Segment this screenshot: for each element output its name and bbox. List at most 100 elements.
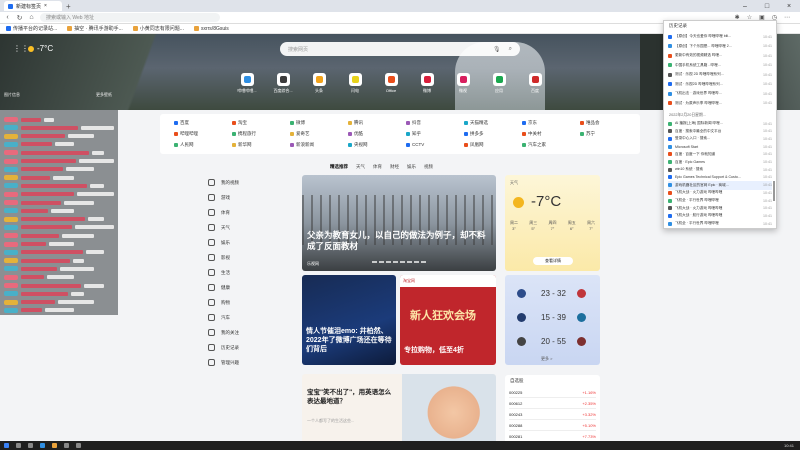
ad-card[interactable]: 淘宝网 新人狂欢会场 专拉购物，低至4折 <box>400 275 496 365</box>
app-shortcut[interactable]: 头条 <box>312 73 326 94</box>
edge-icon[interactable] <box>40 443 45 448</box>
bookmark-2[interactable]: 抽空 · 腾讯手游助手... <box>67 25 123 32</box>
nav-item[interactable]: 影视 <box>208 254 230 261</box>
app-shortcut[interactable]: 哔哩哔哩... <box>237 73 257 94</box>
quick-link[interactable]: 京东 <box>522 120 537 126</box>
weather-detail-button[interactable]: 查看详情 <box>533 257 573 265</box>
nav-item[interactable]: 生活 <box>208 269 230 276</box>
stock-row[interactable]: 000612 +2.35% <box>509 399 596 409</box>
search-input[interactable]: 搜索网页 <box>288 46 308 53</box>
stock-row[interactable]: 000243 +3.32% <box>509 410 596 420</box>
quick-link[interactable]: 淘宝 <box>232 120 247 126</box>
close-icon[interactable]: × <box>44 3 47 9</box>
more-wallpaper-link[interactable]: 更多壁纸 <box>96 92 112 98</box>
history-item[interactable]: 测试 · 乐视2D 哔哩哔哩系列... 10:41 <box>668 80 772 89</box>
history-item[interactable]: 中国手机系统工具箱 - 哔哩... 10:41 <box>668 61 772 70</box>
history-item[interactable]: 飞机出击 · 游戏世界 哔哩哔... 10:41 <box>668 89 772 98</box>
app-shortcut[interactable]: 百度 <box>528 73 542 94</box>
news-tab[interactable]: 天气 <box>356 164 365 170</box>
app-icon[interactable] <box>64 443 69 448</box>
news-card-main[interactable]: 父亲为教育女儿，以自己的做法为例子，却不料成了反面教材 乐视网 <box>302 175 496 271</box>
minimize-icon[interactable]: – <box>734 0 756 12</box>
nav-item[interactable]: 购物 <box>208 299 230 306</box>
bookmark-3[interactable]: 小黄同志有限问题... <box>133 25 184 32</box>
quick-link[interactable]: 中关村 <box>522 131 542 137</box>
search-icon[interactable]: ⌕ <box>509 46 512 53</box>
nav-item[interactable]: 娱乐 <box>208 239 230 246</box>
quick-link[interactable]: 新华网 <box>232 142 252 148</box>
microphone-icon[interactable]: 🎙 <box>493 46 501 53</box>
app-icon[interactable] <box>76 443 81 448</box>
history-item[interactable]: 测试 · 乐视 2D 哔哩哔哩系列... 10:41 <box>668 70 772 79</box>
quick-link[interactable]: 知乎 <box>406 131 421 137</box>
nav-item[interactable]: 管理兴趣 <box>208 359 239 366</box>
stock-row[interactable]: 000288 +5.10% <box>509 421 596 431</box>
windows-start-icon[interactable] <box>4 443 9 448</box>
scrollbar[interactable] <box>773 181 775 201</box>
nav-item[interactable]: 游戏 <box>208 194 230 201</box>
nav-item[interactable]: 我的视频 <box>208 179 239 186</box>
app-shortcut[interactable]: 微视 <box>456 73 470 94</box>
history-item[interactable]: 更新中有效的视频精选 哔哩... 10:41 <box>668 51 772 60</box>
news-card-2[interactable]: 情人节催泪emo: 井柏然、2022年了微博广场还在等待们背后 <box>302 275 396 365</box>
quick-link[interactable]: 腾讯 <box>348 120 363 126</box>
quick-link[interactable]: 抖音 <box>406 120 421 126</box>
nav-item[interactable]: 体育 <box>208 209 230 216</box>
quick-link[interactable]: 天猫精选 <box>464 120 488 126</box>
app-shortcut[interactable]: 闪电 <box>348 73 362 94</box>
nav-item[interactable]: 天气 <box>208 224 230 231</box>
nav-item[interactable]: 健康 <box>208 284 230 291</box>
quick-link[interactable]: 人民网 <box>174 142 194 148</box>
close-window-icon[interactable]: × <box>778 0 800 12</box>
history-item[interactable]: 飞机全 · 平行世界 哔哩哔哩 10:41 <box>668 219 772 228</box>
carousel-dots[interactable] <box>372 261 426 263</box>
news-tab[interactable]: 精选推荐 <box>330 164 348 170</box>
quick-link[interactable]: 哔哩哔哩 <box>174 131 198 137</box>
settings-icon[interactable]: ⋯ <box>784 14 790 21</box>
grid-menu-icon[interactable]: ⋮⋮ <box>13 45 29 53</box>
refresh-icon[interactable]: ↻ <box>16 14 23 22</box>
quick-link[interactable]: 携程旅行 <box>232 131 256 137</box>
history-item[interactable]: 【原创】下个乐园是... 哔哩哔哩 2... 10:41 <box>668 42 772 51</box>
search-icon[interactable] <box>16 443 21 448</box>
quick-link[interactable]: 苏宁 <box>580 131 595 137</box>
bookmark-1[interactable]: 传播平台的记录站... <box>6 25 57 32</box>
app-shortcut[interactable]: 百度综合... <box>273 73 293 94</box>
bookmark-4[interactable]: sxrrs/8Gsuis <box>194 26 229 32</box>
url-input[interactable]: 搜索或输入 Web 地址 <box>40 13 220 22</box>
news-card-4[interactable]: 宝宝"笑不出了"，用英语怎么表达最地道？ 一个人都写了的生活这些... <box>302 374 496 444</box>
quick-link[interactable]: 凤凰网 <box>464 142 484 148</box>
quick-link[interactable]: CCTV <box>406 142 424 147</box>
history-item[interactable]: 【原创】今天也爱你 哔哩哔哩 bili... 10:41 <box>668 32 772 41</box>
nav-item[interactable]: 汽车 <box>208 314 230 321</box>
sports-more-link[interactable]: 更多 > <box>541 356 552 362</box>
quick-link[interactable]: 拼多多 <box>464 131 484 137</box>
news-tab[interactable]: 视频 <box>424 164 433 170</box>
image-info-link[interactable]: 图片信息 <box>4 92 20 98</box>
task-view-icon[interactable] <box>28 443 33 448</box>
stock-card[interactable]: 自选股 000225 +1.16% 000612 +2.35% 000243 +3.32%… <box>505 375 600 445</box>
stock-row[interactable]: 000225 +1.16% <box>509 388 596 398</box>
search-box[interactable]: 搜索网页 🎙 ⌕ <box>280 42 520 56</box>
quick-link[interactable]: 央视网 <box>348 142 368 148</box>
tab-new[interactable]: 新建标签页 × <box>4 1 62 11</box>
quick-link[interactable]: 优酷 <box>348 131 363 137</box>
quick-link[interactable]: 爱奇艺 <box>290 131 310 137</box>
history-item[interactable]: 测试 · 为原声乐享 哔哩哔哩... 10:41 <box>668 99 772 108</box>
weather-card[interactable]: 天气 -7°C 周二 3° 周三 5° 周四 7° 周五 6° 周六 7° 查看详情 <box>505 175 600 271</box>
news-tab[interactable]: 娱乐 <box>407 164 416 170</box>
new-tab-icon[interactable]: + <box>66 2 71 11</box>
news-tab[interactable]: 财经 <box>390 164 399 170</box>
quick-link[interactable]: 唯品会 <box>580 120 600 126</box>
quick-link[interactable]: 百度 <box>174 120 189 126</box>
news-tab[interactable]: 体育 <box>373 164 382 170</box>
weather-widget[interactable]: -7°C <box>28 44 53 53</box>
quick-link[interactable]: 微博 <box>290 120 305 126</box>
sports-card[interactable]: 23 - 32 15 - 39 20 - 55 更多 > <box>505 275 600 365</box>
back-icon[interactable]: ‹ <box>4 14 11 21</box>
maximize-icon[interactable]: □ <box>756 0 778 12</box>
app-shortcut[interactable]: 微博 <box>420 73 434 94</box>
app-shortcut[interactable]: 应用 <box>492 73 506 94</box>
home-icon[interactable]: ⌂ <box>28 14 35 21</box>
nav-item[interactable]: 历史记录 <box>208 344 239 351</box>
